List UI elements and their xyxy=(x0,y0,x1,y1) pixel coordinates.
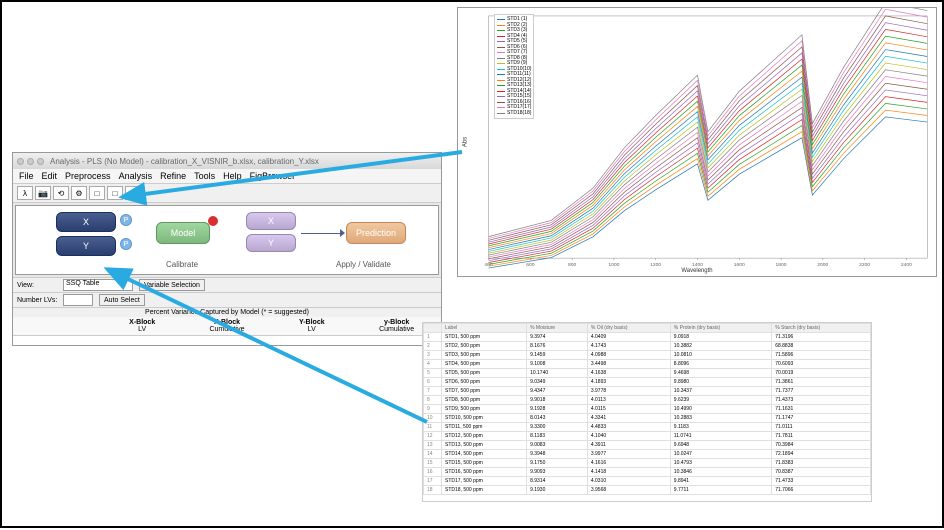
table-row[interactable]: 13STD13, 500 ppm9.00834.39119.694870.398… xyxy=(424,441,871,450)
data-table-window: Label% Moisture% Oil (dry basis)% Protei… xyxy=(422,322,872,502)
menu-help[interactable]: Help xyxy=(223,171,242,181)
column-header[interactable]: % Oil (dry basis) xyxy=(587,324,670,333)
x-validate-block[interactable]: X xyxy=(246,212,296,230)
table-row[interactable]: 16STD16, 500 ppm9.90934.141810.384670.83… xyxy=(424,468,871,477)
legend-item: STD18(18) xyxy=(497,111,531,117)
camera-icon[interactable]: 📷 xyxy=(35,186,51,200)
view-label: View: xyxy=(17,282,63,289)
error-icon xyxy=(208,216,218,226)
close-icon[interactable] xyxy=(17,158,24,165)
table-row[interactable]: 3STD3, 500 ppm9.14594.098810.081071.5896 xyxy=(424,351,871,360)
x-block[interactable]: X xyxy=(56,212,116,232)
legend: STD1 (1)STD2 (2)STD3 (3)STD4 (4)STD5 (5)… xyxy=(494,14,534,119)
svg-text:2400: 2400 xyxy=(901,262,912,268)
data-table: Label% Moisture% Oil (dry basis)% Protei… xyxy=(423,323,871,495)
analysis-window: Analysis - PLS (No Model) - calibration_… xyxy=(12,152,442,346)
workflow-diagram: X Y P P Model X Y Prediction Calibrate A… xyxy=(15,205,439,275)
variable-selection-button[interactable]: Variable Selection xyxy=(139,279,205,291)
tool-icon[interactable]: □ xyxy=(107,186,123,200)
svg-text:800: 800 xyxy=(568,262,577,268)
svg-text:600: 600 xyxy=(526,262,535,268)
auto-select-button[interactable]: Auto Select xyxy=(99,294,145,306)
model-block[interactable]: Model xyxy=(156,222,210,244)
menu-file[interactable]: File xyxy=(19,171,34,181)
view-select[interactable]: SSQ Table xyxy=(63,279,133,291)
menu-figbrowser[interactable]: FigBrowser xyxy=(250,171,296,181)
table-row[interactable]: 18STD18, 500 ppm9.19303.95689.771171.706… xyxy=(424,486,871,495)
titlebar[interactable]: Analysis - PLS (No Model) - calibration_… xyxy=(13,153,441,169)
table-row[interactable]: 11STD11, 500 ppm9.33004.48339.118371.011… xyxy=(424,423,871,432)
prediction-block[interactable]: Prediction xyxy=(346,222,406,244)
column-header[interactable]: Label xyxy=(442,324,527,333)
y-validate-block[interactable]: Y xyxy=(246,234,296,252)
table-row[interactable]: 5STD5, 500 ppm10.17404.16389.469870.0019 xyxy=(424,369,871,378)
table-row[interactable]: 17STD17, 500 ppm8.93144.03109.894171.473… xyxy=(424,477,871,486)
calibrate-label: Calibrate xyxy=(166,260,198,269)
y-axis-label: Abs xyxy=(463,137,469,147)
gear-icon[interactable]: ⚙ xyxy=(71,186,87,200)
menubar: File Edit Preprocess Analysis Refine Too… xyxy=(13,169,441,184)
menu-preprocess[interactable]: Preprocess xyxy=(65,171,111,181)
view-row: View: SSQ Table Variable Selection xyxy=(13,277,441,292)
numlv-row: Number LVs: Auto Select xyxy=(13,292,441,307)
window-title: Analysis - PLS (No Model) - calibration_… xyxy=(50,157,319,166)
preprocess-badge[interactable]: P xyxy=(120,214,132,226)
column-header[interactable]: % Protein (dry basis) xyxy=(670,324,771,333)
table-row[interactable]: 14STD14, 500 ppm9.39483.997710.024772.18… xyxy=(424,450,871,459)
column-header[interactable] xyxy=(424,324,442,333)
menu-tools[interactable]: Tools xyxy=(194,171,215,181)
table-row[interactable]: 9STD9, 500 ppm9.19284.011510.499071.1631 xyxy=(424,405,871,414)
refresh-icon[interactable]: ⟲ xyxy=(53,186,69,200)
variance-header: Percent Variance Captured by Model (* = … xyxy=(13,307,441,317)
preprocess-badge[interactable]: P xyxy=(120,238,132,250)
column-header[interactable]: % Moisture xyxy=(527,324,588,333)
toolbar: λ 📷 ⟲ ⚙ □ □ ▢ xyxy=(13,184,441,203)
zoom-icon[interactable] xyxy=(37,158,44,165)
menu-analysis[interactable]: Analysis xyxy=(119,171,153,181)
table-row[interactable]: 1STD1, 500 ppm9.39744.04099.091871.3196 xyxy=(424,333,871,342)
svg-text:1800: 1800 xyxy=(776,262,787,268)
svg-text:1200: 1200 xyxy=(650,262,661,268)
minimize-icon[interactable] xyxy=(27,158,34,165)
spectra-chart: 4006008001000120014001600180020002200240… xyxy=(457,7,937,277)
table-row[interactable]: 7STD7, 500 ppm9.43473.977810.343771.7377 xyxy=(424,387,871,396)
svg-text:400: 400 xyxy=(484,262,493,268)
tool-icon[interactable]: □ xyxy=(89,186,105,200)
numlv-label: Number LVs: xyxy=(17,297,63,304)
table-row[interactable]: 10STD10, 500 ppm8.01434.334110.288371.17… xyxy=(424,414,871,423)
x-axis-label: Wavelength xyxy=(681,268,712,274)
svg-text:1600: 1600 xyxy=(734,262,745,268)
tool-icon[interactable]: ▢ xyxy=(125,186,141,200)
svg-text:1000: 1000 xyxy=(608,262,619,268)
menu-edit[interactable]: Edit xyxy=(42,171,58,181)
table-row[interactable]: 8STD8, 500 ppm9.90184.01139.623971.4373 xyxy=(424,396,871,405)
table-row[interactable]: 6STD6, 500 ppm9.03494.18939.898071.3861 xyxy=(424,378,871,387)
table-row[interactable]: 15STD15, 500 ppm9.17504.161610.479371.83… xyxy=(424,459,871,468)
table-row[interactable]: 12STD12, 500 ppm8.11834.104011.074171.78… xyxy=(424,432,871,441)
table-row[interactable]: 2STD2, 500 ppm8.16764.174310.388268.8838 xyxy=(424,342,871,351)
validate-label: Apply / Validate xyxy=(336,260,391,269)
svg-text:2000: 2000 xyxy=(817,262,828,268)
svg-text:2200: 2200 xyxy=(859,262,870,268)
numlv-field[interactable] xyxy=(63,294,93,306)
table-row[interactable]: 4STD4, 500 ppm9.10083.44988.809670.6093 xyxy=(424,360,871,369)
variance-columns: X-BlockLV X-BlockCumulative Y-BlockLV y-… xyxy=(13,317,441,335)
y-block[interactable]: Y xyxy=(56,236,116,256)
lambda-icon[interactable]: λ xyxy=(17,186,33,200)
column-header[interactable]: % Starch (dry basis) xyxy=(772,324,871,333)
menu-refine[interactable]: Refine xyxy=(160,171,186,181)
